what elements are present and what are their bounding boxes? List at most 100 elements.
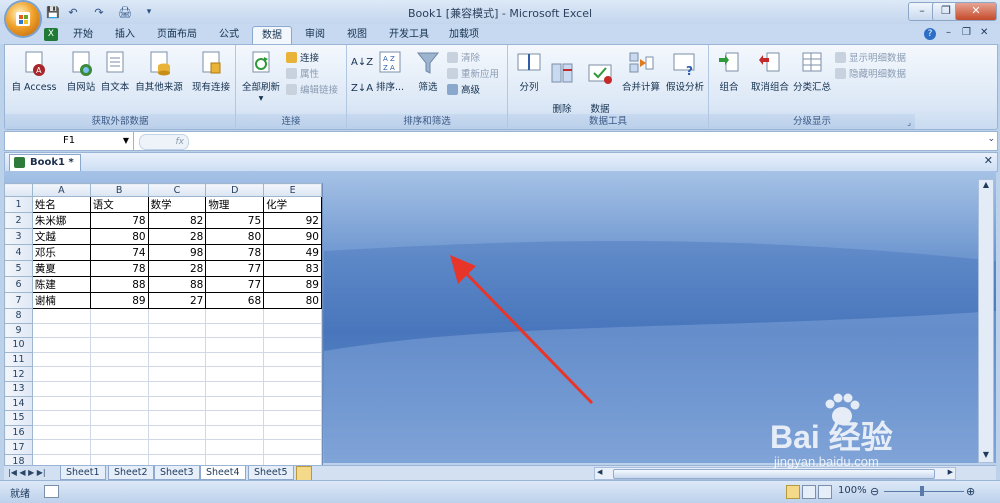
- tab-home[interactable]: 开始: [64, 26, 102, 44]
- cell[interactable]: 80: [263, 292, 322, 309]
- cell[interactable]: [263, 439, 322, 455]
- office-button[interactable]: [6, 2, 40, 36]
- connections-button[interactable]: 连接: [286, 51, 319, 66]
- cell[interactable]: [31, 351, 91, 368]
- cell[interactable]: [89, 424, 149, 441]
- print-preview-icon[interactable]: 🖨: [116, 4, 134, 21]
- cell[interactable]: 77: [205, 276, 265, 293]
- row-header[interactable]: 9: [4, 322, 33, 339]
- zoom-out-icon[interactable]: ⊖: [870, 485, 879, 498]
- reapply-button[interactable]: 重新应用: [447, 67, 499, 82]
- cell[interactable]: [31, 424, 91, 441]
- cell[interactable]: 姓名: [31, 196, 91, 213]
- row-header[interactable]: 6: [4, 276, 33, 293]
- advanced-button[interactable]: 高级: [447, 83, 480, 98]
- cell[interactable]: [205, 322, 265, 339]
- spreadsheet-grid[interactable]: A B C D E 1 姓名 语文 数学 物理 化学 2 朱米娜 78 82 75 92 3 文越 80 28 80 90 4…: [4, 183, 323, 485]
- cell[interactable]: 82: [147, 212, 207, 229]
- existing-connections-button[interactable]: 现有连接: [189, 49, 233, 93]
- cell[interactable]: 28: [147, 260, 207, 277]
- row-header[interactable]: 16: [4, 424, 33, 441]
- cell[interactable]: [147, 439, 207, 455]
- cell[interactable]: 陈建: [31, 276, 91, 293]
- cell[interactable]: 邓乐: [31, 244, 91, 261]
- cell[interactable]: 74: [89, 244, 149, 261]
- sheet-tab-2[interactable]: Sheet2: [108, 466, 154, 480]
- row-header[interactable]: 10: [4, 337, 33, 353]
- row-header[interactable]: 12: [4, 366, 33, 382]
- cell[interactable]: [147, 337, 207, 353]
- cell[interactable]: [147, 308, 207, 324]
- cell[interactable]: 49: [263, 244, 322, 261]
- cell[interactable]: [31, 337, 91, 353]
- cell[interactable]: 89: [263, 276, 322, 293]
- cell[interactable]: [147, 366, 207, 382]
- edit-links-button[interactable]: 编辑链接: [286, 83, 338, 98]
- cell[interactable]: [89, 351, 149, 368]
- tab-review[interactable]: 审阅: [296, 26, 334, 44]
- normal-view-icon[interactable]: [786, 485, 800, 499]
- cell[interactable]: [205, 439, 265, 455]
- tab-addins[interactable]: 加载项: [440, 26, 488, 44]
- column-header-d[interactable]: D: [205, 183, 265, 197]
- from-access-button[interactable]: A 自 Access: [9, 49, 59, 93]
- ribbon-restore-icon[interactable]: ❐: [962, 27, 971, 38]
- cell[interactable]: 数学: [147, 196, 207, 213]
- page-layout-view-icon[interactable]: [802, 485, 816, 499]
- cell[interactable]: 文越: [31, 228, 91, 245]
- cell[interactable]: 75: [205, 212, 265, 229]
- sort-za-icon[interactable]: Z↓A: [351, 83, 373, 94]
- insert-function-button[interactable]: fx: [139, 134, 189, 150]
- chevron-down-icon[interactable]: ▼: [123, 132, 129, 150]
- cell[interactable]: 78: [89, 260, 149, 277]
- cell[interactable]: [205, 308, 265, 324]
- cell[interactable]: [89, 410, 149, 426]
- cell[interactable]: [263, 380, 322, 397]
- cell[interactable]: [89, 322, 149, 339]
- cell[interactable]: 27: [147, 292, 207, 309]
- cell[interactable]: [31, 395, 91, 412]
- cell[interactable]: [263, 395, 322, 412]
- column-header-c[interactable]: C: [147, 183, 207, 197]
- cell[interactable]: [147, 380, 207, 397]
- customize-qat-icon[interactable]: ▾: [140, 4, 158, 21]
- clear-button[interactable]: 清除: [447, 51, 480, 66]
- column-header-b[interactable]: B: [89, 183, 149, 197]
- text-to-columns-button[interactable]: 分列: [512, 49, 546, 93]
- zoom-slider[interactable]: [884, 491, 964, 492]
- cell[interactable]: [263, 337, 322, 353]
- sheet-nav-icons[interactable]: |◀ ◀ ▶ ▶|: [8, 466, 46, 479]
- cell[interactable]: 语文: [89, 196, 149, 213]
- cell[interactable]: [31, 308, 91, 324]
- show-detail-button[interactable]: 显示明细数据: [835, 51, 906, 66]
- scroll-up-icon[interactable]: ▲: [980, 180, 992, 192]
- column-header-a[interactable]: A: [31, 183, 91, 197]
- cell[interactable]: [31, 439, 91, 455]
- cell[interactable]: [263, 308, 322, 324]
- cell[interactable]: [89, 308, 149, 324]
- from-text-button[interactable]: 自文本: [95, 49, 135, 93]
- row-header[interactable]: 7: [4, 292, 33, 309]
- cell[interactable]: [205, 351, 265, 368]
- cell[interactable]: [263, 410, 322, 426]
- subtotal-button[interactable]: 分类汇总: [791, 49, 833, 93]
- cell[interactable]: 78: [89, 212, 149, 229]
- cell[interactable]: 90: [263, 228, 322, 245]
- cell[interactable]: [89, 395, 149, 412]
- row-header[interactable]: 15: [4, 410, 33, 426]
- cell[interactable]: 88: [147, 276, 207, 293]
- tab-formulas[interactable]: 公式: [210, 26, 248, 44]
- ribbon-minimize-icon[interactable]: –: [946, 27, 951, 38]
- workbook-tab[interactable]: Book1 *: [9, 154, 81, 171]
- zoom-in-icon[interactable]: ⊕: [966, 485, 975, 498]
- hide-detail-button[interactable]: 隐藏明细数据: [835, 67, 906, 82]
- row-header[interactable]: 8: [4, 308, 33, 324]
- sort-button[interactable]: A ZZ A 排序...: [373, 49, 407, 93]
- cell[interactable]: [205, 380, 265, 397]
- cell[interactable]: 88: [89, 276, 149, 293]
- row-header[interactable]: 3: [4, 228, 33, 245]
- cell[interactable]: [147, 424, 207, 441]
- cell[interactable]: [205, 410, 265, 426]
- sheet-tab-3[interactable]: Sheet3: [154, 466, 200, 480]
- select-all-corner[interactable]: [4, 183, 33, 197]
